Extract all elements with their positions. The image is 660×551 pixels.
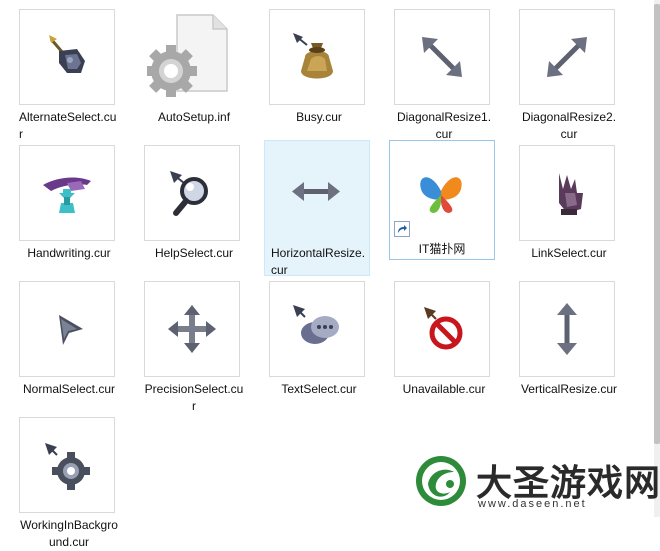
file-thumbnail — [144, 145, 240, 241]
text-chat-cursor-icon — [293, 305, 339, 344]
file-name: HorizontalResize.cur — [271, 246, 366, 277]
normal-arrow-cursor-icon — [59, 315, 83, 345]
help-magnifier-cursor-icon — [170, 171, 208, 216]
file-thumbnail — [144, 9, 240, 105]
file-thumbnail — [519, 281, 615, 377]
horizontal-resize-cursor-icon — [292, 182, 340, 201]
file-tile-help-select[interactable]: HelpSelect.cur — [141, 142, 245, 272]
diagonal-resize-1-cursor-icon — [422, 37, 462, 77]
settings-file-icon — [147, 14, 228, 97]
file-tile-diagonal-resize-1[interactable]: DiagonalResize1.cur — [391, 6, 495, 141]
file-name: DiagonalResize2.cur — [521, 110, 617, 141]
unavailable-cursor-icon — [424, 307, 463, 350]
file-thumbnail — [269, 281, 365, 377]
file-thumbnail — [19, 145, 115, 241]
file-name: DiagonalResize1.cur — [396, 110, 492, 141]
vertical-scrollbar[interactable] — [654, 0, 660, 517]
daseen-logo-icon — [416, 456, 466, 506]
file-name: HelpSelect.cur — [154, 246, 234, 260]
file-tile-horizontal-resize[interactable]: HorizontalResize.cur — [264, 140, 370, 277]
file-thumbnail — [19, 417, 115, 513]
busy-sack-cursor-icon — [293, 33, 333, 79]
file-tile-diagonal-resize-2[interactable]: DiagonalResize2.cur — [516, 6, 620, 141]
shortcut-arrow-icon — [394, 221, 410, 237]
file-tile-unavailable[interactable]: Unavailable.cur — [391, 278, 495, 408]
file-tile-busy[interactable]: Busy.cur — [266, 6, 370, 136]
file-thumbnail — [394, 9, 490, 105]
scrollbar-thumb[interactable] — [654, 4, 660, 444]
file-name: AlternateSelect.cur — [19, 110, 117, 141]
file-name: PrecisionSelect.cur — [144, 382, 244, 413]
file-name: TextSelect.cur — [281, 382, 357, 396]
file-thumbnail — [144, 281, 240, 377]
file-thumbnail — [269, 9, 365, 105]
diagonal-resize-2-cursor-icon — [547, 37, 587, 77]
alternate-select-cursor-icon — [49, 35, 85, 73]
file-thumbnail — [519, 145, 615, 241]
file-name: NormalSelect.cur — [22, 382, 116, 396]
vertical-resize-cursor-icon — [557, 303, 577, 355]
file-thumbnail — [519, 9, 615, 105]
site-watermark: 大圣游戏网 www.daseen.net — [414, 452, 660, 514]
file-tile-autosetup[interactable]: AutoSetup.inf — [141, 6, 245, 136]
file-tile-text-select[interactable]: TextSelect.cur — [266, 278, 370, 408]
file-thumbnail — [394, 281, 490, 377]
file-name: VerticalResize.cur — [520, 382, 618, 396]
file-thumbnail — [268, 144, 364, 240]
file-tile-working-in-background[interactable]: WorkingInBackground.cur — [16, 414, 120, 549]
working-gear-cursor-icon — [45, 443, 90, 490]
file-tile-shortcut[interactable]: IT猫扑网 — [389, 140, 495, 260]
file-tile-normal-select[interactable]: NormalSelect.cur — [16, 278, 120, 408]
file-name: Handwriting.cur — [27, 246, 111, 260]
file-tile-alternate-select[interactable]: AlternateSelect.cur — [16, 6, 120, 141]
link-glove-cursor-icon — [559, 173, 583, 215]
file-name: Busy.cur — [296, 110, 342, 124]
file-thumbnail — [19, 9, 115, 105]
file-tile-handwriting[interactable]: Handwriting.cur — [16, 142, 120, 272]
watermark-url: www.daseen.net — [478, 498, 587, 510]
file-tile-precision-select[interactable]: PrecisionSelect.cur — [141, 278, 245, 413]
butterfly-shortcut-icon — [420, 177, 462, 213]
handwriting-cursor-icon — [43, 177, 91, 213]
file-name: Unavailable.cur — [402, 382, 486, 396]
precision-move-cursor-icon — [168, 305, 216, 353]
file-tile-vertical-resize[interactable]: VerticalResize.cur — [516, 278, 620, 408]
file-name: LinkSelect.cur — [531, 246, 607, 260]
file-name: AutoSetup.inf — [157, 110, 231, 124]
file-name: WorkingInBackground.cur — [20, 518, 118, 549]
file-tile-link-select[interactable]: LinkSelect.cur — [516, 142, 620, 272]
file-name: IT猫扑网 — [418, 242, 466, 256]
file-thumbnail — [19, 281, 115, 377]
